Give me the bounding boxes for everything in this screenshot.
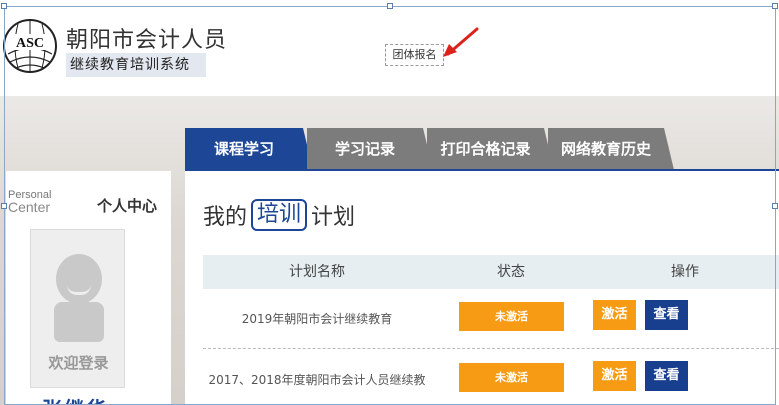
plan-name: 2017、2018年度朝阳市会计人员继续教育计划 bbox=[208, 373, 426, 387]
system-name: 继续教育培训系统 bbox=[66, 53, 206, 77]
tab-label: 学习记录 bbox=[334, 140, 395, 158]
asc-logo: ASC bbox=[3, 19, 57, 73]
avatar-body-icon bbox=[54, 302, 104, 342]
status-badge: 未激活 bbox=[459, 363, 564, 392]
tab-course-study[interactable]: 课程学习 bbox=[185, 128, 313, 170]
table-row: 2017、2018年度朝阳市会计人员继续教育计划 未激活 激活 查看 bbox=[203, 350, 779, 405]
tab-study-records[interactable]: 学习记录 bbox=[307, 128, 433, 170]
table-row: 2019年朝阳市会计继续教育 未激活 激活 查看 bbox=[203, 289, 779, 349]
logo-text: ASC bbox=[16, 36, 44, 51]
resize-handle[interactable] bbox=[772, 203, 778, 209]
training-plan-panel: 我的 培训 计划 计划名称 状态 操作 2019年朝阳市会计继续教育 未激活 激… bbox=[185, 171, 779, 405]
tab-label: 课程学习 bbox=[213, 140, 274, 158]
center-label: Center bbox=[8, 199, 51, 215]
page-title: 我的 培训 计划 bbox=[203, 199, 355, 231]
page-header: ASC 朝阳市会计人员 继续教育培训系统 团体报名 bbox=[0, 0, 779, 96]
resize-handle[interactable] bbox=[387, 3, 393, 9]
personal-center-panel: Personal Center 个人中心 欢迎登录 张继华 bbox=[6, 171, 171, 405]
tab-label: 打印合格记录 bbox=[440, 140, 531, 158]
activate-button[interactable]: 激活 bbox=[593, 361, 636, 391]
resize-handle[interactable] bbox=[1, 203, 7, 209]
resize-handle[interactable] bbox=[1, 3, 7, 9]
personal-center-title: 个人中心 bbox=[97, 197, 158, 215]
table-header: 计划名称 状态 操作 bbox=[203, 255, 779, 289]
column-header-actions: 操作 bbox=[671, 264, 699, 280]
org-name: 朝阳市会计人员 bbox=[66, 28, 228, 53]
resize-handle[interactable] bbox=[772, 3, 778, 9]
view-button[interactable]: 查看 bbox=[645, 361, 688, 391]
personal-center-english: Personal Center bbox=[8, 189, 51, 215]
annotation-arrow-icon bbox=[443, 27, 479, 57]
column-header-plan-name: 计划名称 bbox=[289, 264, 345, 280]
view-button[interactable]: 查看 bbox=[645, 300, 688, 330]
title-prefix: 我的 bbox=[203, 205, 248, 230]
column-header-status: 状态 bbox=[497, 264, 525, 280]
main-tabs: 课程学习 学习记录 打印合格记录 网络教育历史 bbox=[185, 128, 674, 170]
plan-name: 2019年朝阳市会计继续教育 bbox=[241, 312, 393, 326]
tab-online-education-history[interactable]: 网络教育历史 bbox=[548, 128, 674, 170]
avatar[interactable]: 欢迎登录 bbox=[30, 229, 125, 388]
group-registration-button[interactable]: 团体报名 bbox=[385, 44, 444, 66]
activate-button[interactable]: 激活 bbox=[593, 300, 636, 330]
tab-label: 网络教育历史 bbox=[560, 140, 651, 158]
welcome-login-text: 欢迎登录 bbox=[48, 354, 109, 372]
avatar-head-icon bbox=[56, 254, 102, 304]
status-badge: 未激活 bbox=[459, 302, 564, 331]
title-suffix: 计划 bbox=[311, 205, 356, 230]
user-name: 张继华 bbox=[42, 393, 108, 405]
title-highlight: 培训 bbox=[251, 199, 308, 231]
tab-print-certificates[interactable]: 打印合格记录 bbox=[427, 128, 554, 170]
